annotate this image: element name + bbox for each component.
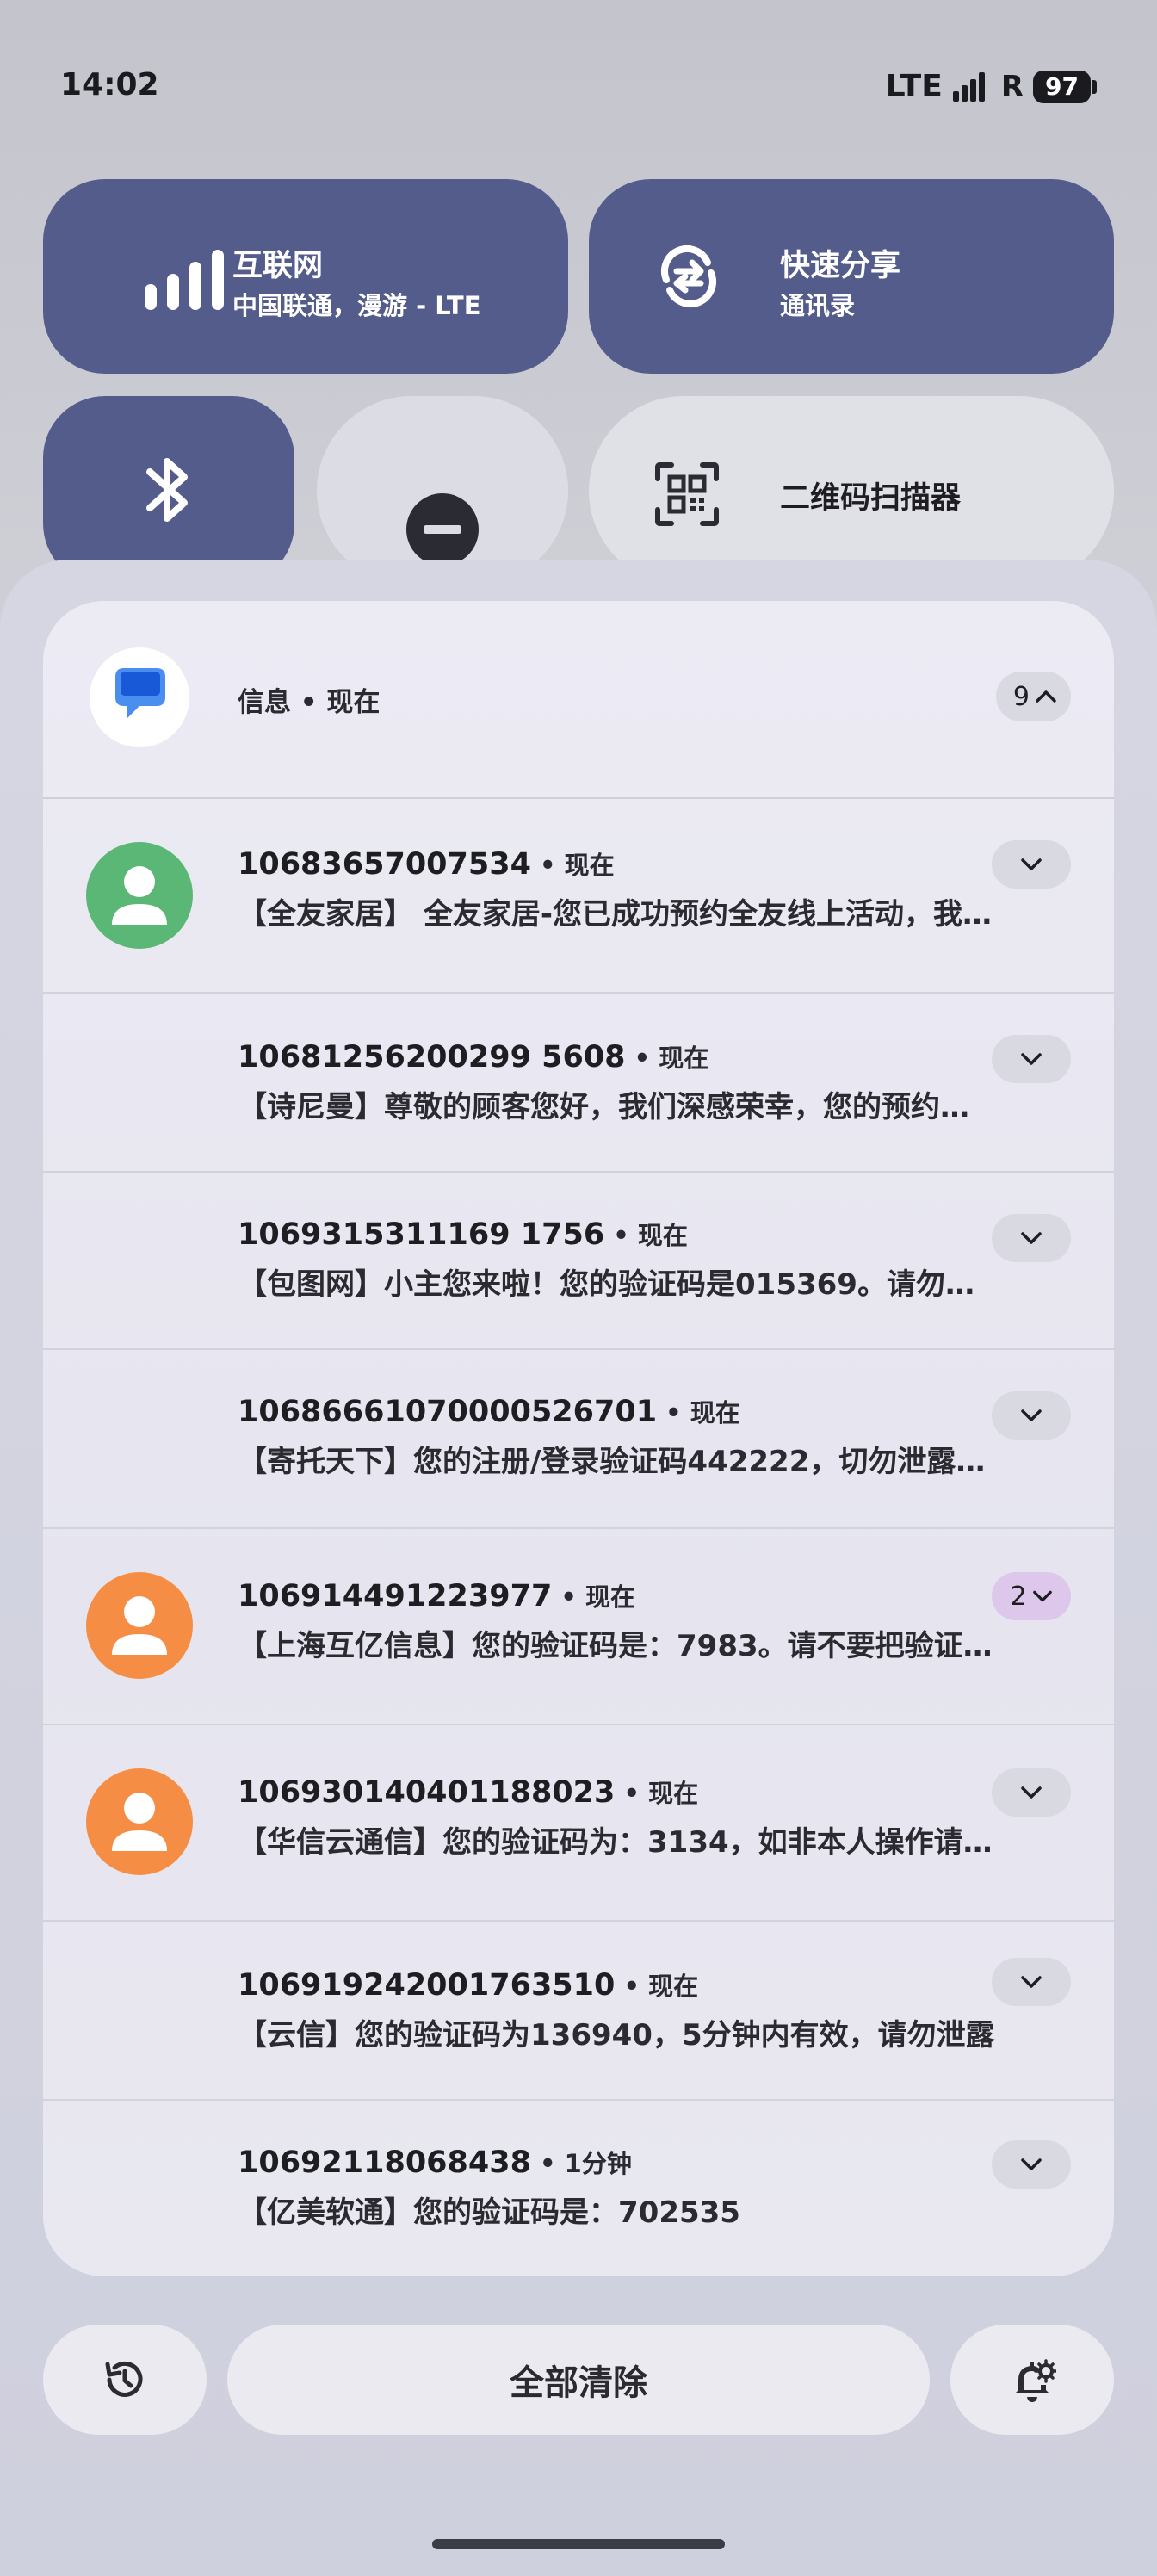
person-icon (112, 1793, 167, 1851)
clear-all-label: 全部清除 (510, 2363, 647, 2403)
contact-avatar (86, 1768, 193, 1875)
notification-message: 【全友家居】 全友家居-您已成功预约全友线上活动，我们的工作人员将尽快与您联系 (238, 897, 995, 932)
signal-icon (145, 250, 224, 310)
battery-indicator: 97 (1033, 70, 1097, 103)
tile-qr-scanner-title: 二维码扫描器 (780, 481, 962, 516)
group-collapse-button[interactable]: 9 (995, 672, 1071, 721)
status-icons: LTE R 97 (886, 69, 1097, 104)
contact-avatar (86, 842, 193, 949)
expand-button[interactable] (992, 840, 1071, 889)
chevron-down-icon (1021, 1786, 1042, 1799)
notification-item[interactable]: 10692118068438 • 1分钟 【亿美软通】您的验证码是：702535 (43, 2101, 1114, 2276)
contact-avatar (86, 1572, 193, 1679)
expand-button[interactable] (992, 1035, 1071, 1083)
messages-app-icon (90, 647, 189, 747)
notification-message: 【寄托天下】您的注册/登录验证码442222，切勿泄露给他人 (238, 1445, 995, 1479)
do-not-disturb-icon (406, 493, 479, 566)
group-count: 9 (1012, 681, 1030, 712)
chevron-down-icon (1021, 2158, 1042, 2170)
expand-button[interactable] (992, 1768, 1071, 1817)
tile-internet[interactable]: 互联网 中国联通，漫游 - LTE (43, 179, 568, 374)
expand-button[interactable] (992, 1214, 1071, 1262)
notification-message: 【亿美软通】您的验证码是：702535 (238, 2195, 740, 2230)
notification-item[interactable]: 10681256200299 5608 • 现在 【诗尼曼】尊敬的顾客您好，我们… (43, 994, 1114, 1173)
notification-settings-icon (1015, 2359, 1056, 2402)
notification-sender: 10683657007534 • 现在 (238, 847, 615, 882)
notification-item[interactable]: 10683657007534 • 现在 【全友家居】 全友家居-您已成功预约全友… (43, 797, 1114, 994)
bluetooth-icon (146, 458, 188, 522)
expand-button[interactable]: 2 (992, 1572, 1071, 1620)
status-time: 14:02 (60, 67, 159, 102)
qr-scan-icon (655, 462, 719, 526)
chevron-down-icon (1021, 1976, 1042, 1988)
app-name-label: 信息 • 现在 (238, 687, 381, 718)
expand-button[interactable] (992, 1958, 1071, 2006)
history-icon (105, 2361, 143, 2397)
chevron-down-icon (1032, 1590, 1052, 1602)
status-bar: 14:02 LTE R 97 (0, 0, 1157, 172)
roaming-indicator: R (1000, 69, 1024, 104)
notification-item[interactable]: 106930140401188023 • 现在 【华信云通信】您的验证码为：31… (43, 1725, 1114, 1922)
chevron-down-icon (1021, 1409, 1042, 1421)
notification-group-card: 信息 • 现在 9 10683657007534 • 现在 【全友家居】 全友家… (43, 601, 1114, 2276)
quick-share-icon (661, 245, 716, 307)
navigation-handle[interactable] (432, 2539, 725, 2549)
history-button[interactable] (43, 2325, 207, 2435)
notification-message: 【包图网】小主您来啦！您的验证码是015369。请勿泄露 (238, 1267, 995, 1302)
messages-bubble-icon (115, 668, 165, 718)
cellular-signal-icon (952, 71, 985, 102)
notification-item[interactable]: 106914491223977 • 现在 【上海互亿信息】您的验证码是：7983… (43, 1529, 1114, 1725)
notification-sender: 10692118068438 • 1分钟 (238, 2146, 632, 2180)
expand-button[interactable] (992, 1391, 1071, 1440)
notification-sender: 106919242001763510 • 现在 (238, 1968, 699, 2003)
notification-message: 【云信】您的验证码为136940，5分钟内有效，请勿泄露 (238, 2018, 995, 2053)
notification-message: 【上海互亿信息】您的验证码是：7983。请不要把验证码泄露给其他人 (238, 1629, 995, 1663)
expand-button[interactable] (992, 2140, 1071, 2189)
notification-message: 【诗尼曼】尊敬的顾客您好，我们深感荣幸，您的预约已提交成功 (238, 1090, 995, 1124)
tile-quick-share-title: 快速分享 (780, 249, 901, 283)
tile-bluetooth[interactable] (43, 396, 294, 585)
notification-sender: 10681256200299 5608 • 现在 (238, 1040, 709, 1074)
tile-internet-subtitle: 中国联通，漫游 - LTE (232, 291, 481, 320)
notification-sender: 106930140401188023 • 现在 (238, 1775, 699, 1810)
notification-item[interactable]: 10686661070000526701 • 现在 【寄托天下】您的注册/登录验… (43, 1350, 1114, 1529)
tile-qr-scanner[interactable]: 二维码扫描器 (589, 396, 1114, 585)
notification-sender: 10686661070000526701 • 现在 (238, 1395, 740, 1429)
tile-quick-share-subtitle: 通讯录 (780, 291, 856, 320)
person-icon (112, 866, 167, 925)
tile-internet-title: 互联网 (232, 249, 324, 283)
notification-group-header[interactable]: 信息 • 现在 9 (43, 601, 1114, 799)
clear-all-button[interactable]: 全部清除 (227, 2325, 930, 2435)
battery-cap (1092, 79, 1097, 94)
notification-sender: 106914491223977 • 现在 (238, 1579, 636, 1613)
chevron-down-icon (1021, 1053, 1042, 1065)
tile-do-not-disturb[interactable] (317, 396, 568, 585)
notification-settings-button[interactable] (950, 2325, 1114, 2435)
notification-sender: 1069315311169 1756 • 现在 (238, 1217, 688, 1252)
chevron-down-icon (1021, 1232, 1042, 1244)
notification-message: 【华信云通信】您的验证码为：3134，如非本人操作请忽略 (238, 1825, 995, 1860)
thread-count: 2 (1010, 1581, 1027, 1612)
battery-level: 97 (1033, 70, 1091, 103)
person-icon (112, 1596, 167, 1655)
notification-item[interactable]: 1069315311169 1756 • 现在 【包图网】小主您来啦！您的验证码… (43, 1173, 1114, 1350)
network-type: LTE (885, 69, 943, 104)
tile-quick-share[interactable]: 快速分享 通讯录 (589, 179, 1114, 374)
notification-item[interactable]: 106919242001763510 • 现在 【云信】您的验证码为136940… (43, 1922, 1114, 2101)
chevron-down-icon (1021, 858, 1042, 870)
chevron-up-icon (1036, 690, 1056, 703)
